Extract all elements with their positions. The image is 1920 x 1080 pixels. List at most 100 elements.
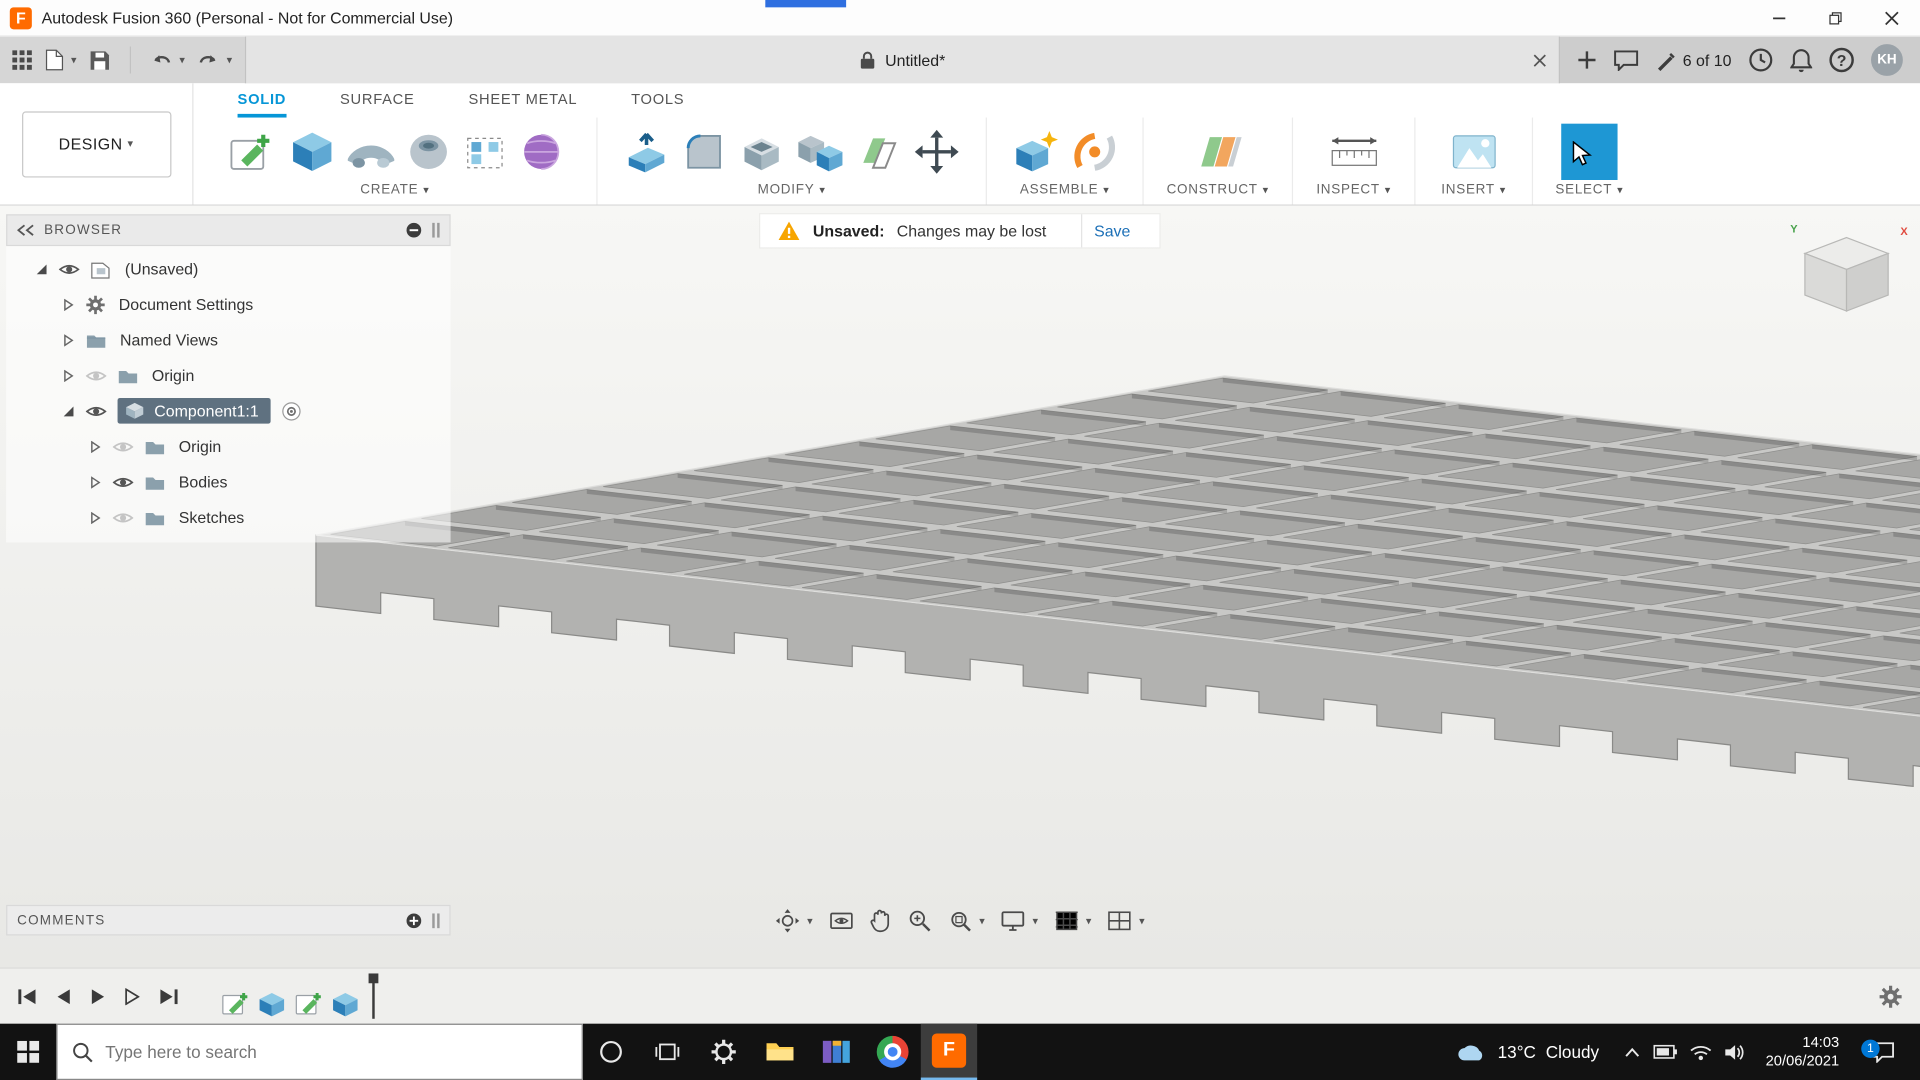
new-component-icon[interactable] [1012,128,1059,175]
offset-face-icon[interactable] [855,130,899,172]
panel-grip-handle[interactable] [432,223,439,238]
comment-icon[interactable] [1614,50,1638,71]
modify-group-dropdown[interactable]: MODIFY ▾ [758,182,826,199]
browser-item-component1[interactable]: Component1:1 [6,393,450,429]
battery-icon[interactable] [1653,1044,1677,1059]
browser-item-document-settings[interactable]: Document Settings [6,287,450,323]
shell-icon[interactable] [738,130,785,172]
notification-bell-icon[interactable] [1790,48,1812,72]
file-menu-button[interactable]: ▾ [45,49,76,71]
construct-group-dropdown[interactable]: CONSTRUCT ▾ [1167,182,1269,199]
panel-grip-handle[interactable] [432,913,439,928]
box-icon[interactable] [288,128,335,175]
activate-component-radio[interactable] [282,401,302,421]
browser-item-unsaved[interactable]: (Unsaved) [6,251,450,287]
pan-tool[interactable] [867,906,894,935]
new-tab-plus-icon[interactable] [1577,50,1597,70]
step-forward-icon[interactable] [125,988,140,1005]
collapsed-arrow-icon[interactable] [62,298,74,310]
inspect-group-dropdown[interactable]: INSPECT ▾ [1316,182,1391,199]
save-link[interactable]: Save [1081,214,1143,247]
tab-tools[interactable]: TOOLS [631,91,684,118]
skip-to-end-icon[interactable] [159,988,179,1005]
taskbar-search[interactable] [56,1024,583,1080]
action-center-button[interactable]: 1 [1859,1041,1908,1063]
collapse-panel-icon[interactable] [17,224,34,236]
construction-plane-icon[interactable] [1193,127,1242,176]
visibility-eye-icon[interactable] [113,474,134,489]
browser-item-origin[interactable]: Origin [6,358,450,394]
comments-panel[interactable]: COMMENTS [6,905,450,936]
view-cube-icon[interactable] [1788,230,1906,321]
grid-snap-tool[interactable]: ▾ [1052,907,1094,934]
redo-button[interactable]: ▾ [197,51,232,69]
expand-arrow-icon[interactable] [62,405,74,417]
undo-button[interactable]: ▾ [150,51,185,69]
fillet-icon[interactable] [681,129,725,173]
design-workspace-selector[interactable]: DESIGN ▾ [21,111,170,177]
tab-solid[interactable]: SOLID [238,91,287,118]
chrome-button[interactable] [864,1024,920,1080]
document-tab[interactable]: Untitled* [244,37,1560,84]
orbit-tool[interactable]: ▾ [773,906,815,935]
restore-button[interactable] [1807,0,1863,36]
visibility-eye-off-icon[interactable] [113,439,134,454]
timeline-extrude-feature-icon[interactable] [257,989,286,1018]
skip-to-start-icon[interactable] [17,988,37,1005]
select-group-dropdown[interactable]: SELECT ▾ [1555,182,1623,199]
timeline-settings-gear-icon[interactable] [1878,984,1902,1008]
fit-tool[interactable]: ▾ [945,906,987,935]
timeline-sketch-feature-icon[interactable] [294,989,323,1018]
weather-widget[interactable]: 13°C Cloudy [1444,1041,1612,1063]
file-explorer-button[interactable] [752,1024,808,1080]
tab-surface[interactable]: SURFACE [340,91,415,118]
display-settings-tool[interactable]: ▾ [998,907,1040,934]
view-cube[interactable]: Y X [1788,230,1906,321]
visibility-eye-off-icon[interactable] [86,368,107,383]
collapsed-arrow-icon[interactable] [89,476,101,488]
collapsed-arrow-icon[interactable] [89,440,101,452]
app-grid-icon[interactable] [12,50,33,71]
remove-panel-icon[interactable] [405,222,422,239]
tray-expand-chevron-icon[interactable] [1624,1046,1641,1057]
expand-arrow-icon[interactable] [36,263,48,275]
avatar[interactable]: KH [1871,44,1903,76]
collapsed-arrow-icon[interactable] [62,334,74,346]
tab-sheet-metal[interactable]: SHEET METAL [468,91,577,118]
insert-group-dropdown[interactable]: INSERT ▾ [1441,182,1506,199]
document-tab-close-button[interactable] [1533,37,1546,84]
task-view-button[interactable] [639,1024,695,1080]
press-pull-icon[interactable] [623,128,670,175]
help-icon[interactable] [1829,48,1853,72]
play-icon[interactable] [91,988,106,1005]
clock-icon[interactable] [1749,48,1773,72]
create-sketch-icon[interactable] [227,127,276,176]
insert-image-icon[interactable] [1449,130,1498,172]
network-icon[interactable] [1690,1043,1712,1060]
close-button[interactable] [1864,0,1920,36]
browser-item-component-origin[interactable]: Origin [6,429,450,465]
volume-icon[interactable] [1724,1043,1746,1061]
job-status-button[interactable]: 6 of 10 [1656,50,1732,71]
model-canvas[interactable]: Unsaved: Changes may be lost Save Y X BR… [0,206,1920,968]
fusion-360-taskbar-button[interactable]: F [921,1024,977,1080]
step-back-icon[interactable] [56,988,71,1005]
timeline-sketch-feature-icon[interactable] [220,989,249,1018]
start-button[interactable] [0,1024,56,1080]
search-input[interactable] [105,1042,567,1062]
settings-app-button[interactable] [696,1024,752,1080]
cortana-button[interactable] [583,1024,639,1080]
viewports-tool[interactable]: ▾ [1105,907,1147,934]
collapsed-arrow-icon[interactable] [89,511,101,523]
move-icon[interactable] [912,127,961,176]
create-group-dropdown[interactable]: CREATE ▾ [360,182,429,199]
save-icon[interactable] [89,50,110,71]
visibility-eye-icon[interactable] [86,403,107,418]
pipe-icon[interactable] [347,130,394,172]
pattern-icon[interactable] [462,130,506,172]
timeline-extrude-feature-icon[interactable] [331,989,360,1018]
combine-icon[interactable] [797,130,844,172]
visibility-eye-off-icon[interactable] [113,510,134,525]
clock-widget[interactable]: 14:03 20/06/2021 [1758,1033,1846,1070]
add-comment-icon[interactable] [405,912,422,929]
